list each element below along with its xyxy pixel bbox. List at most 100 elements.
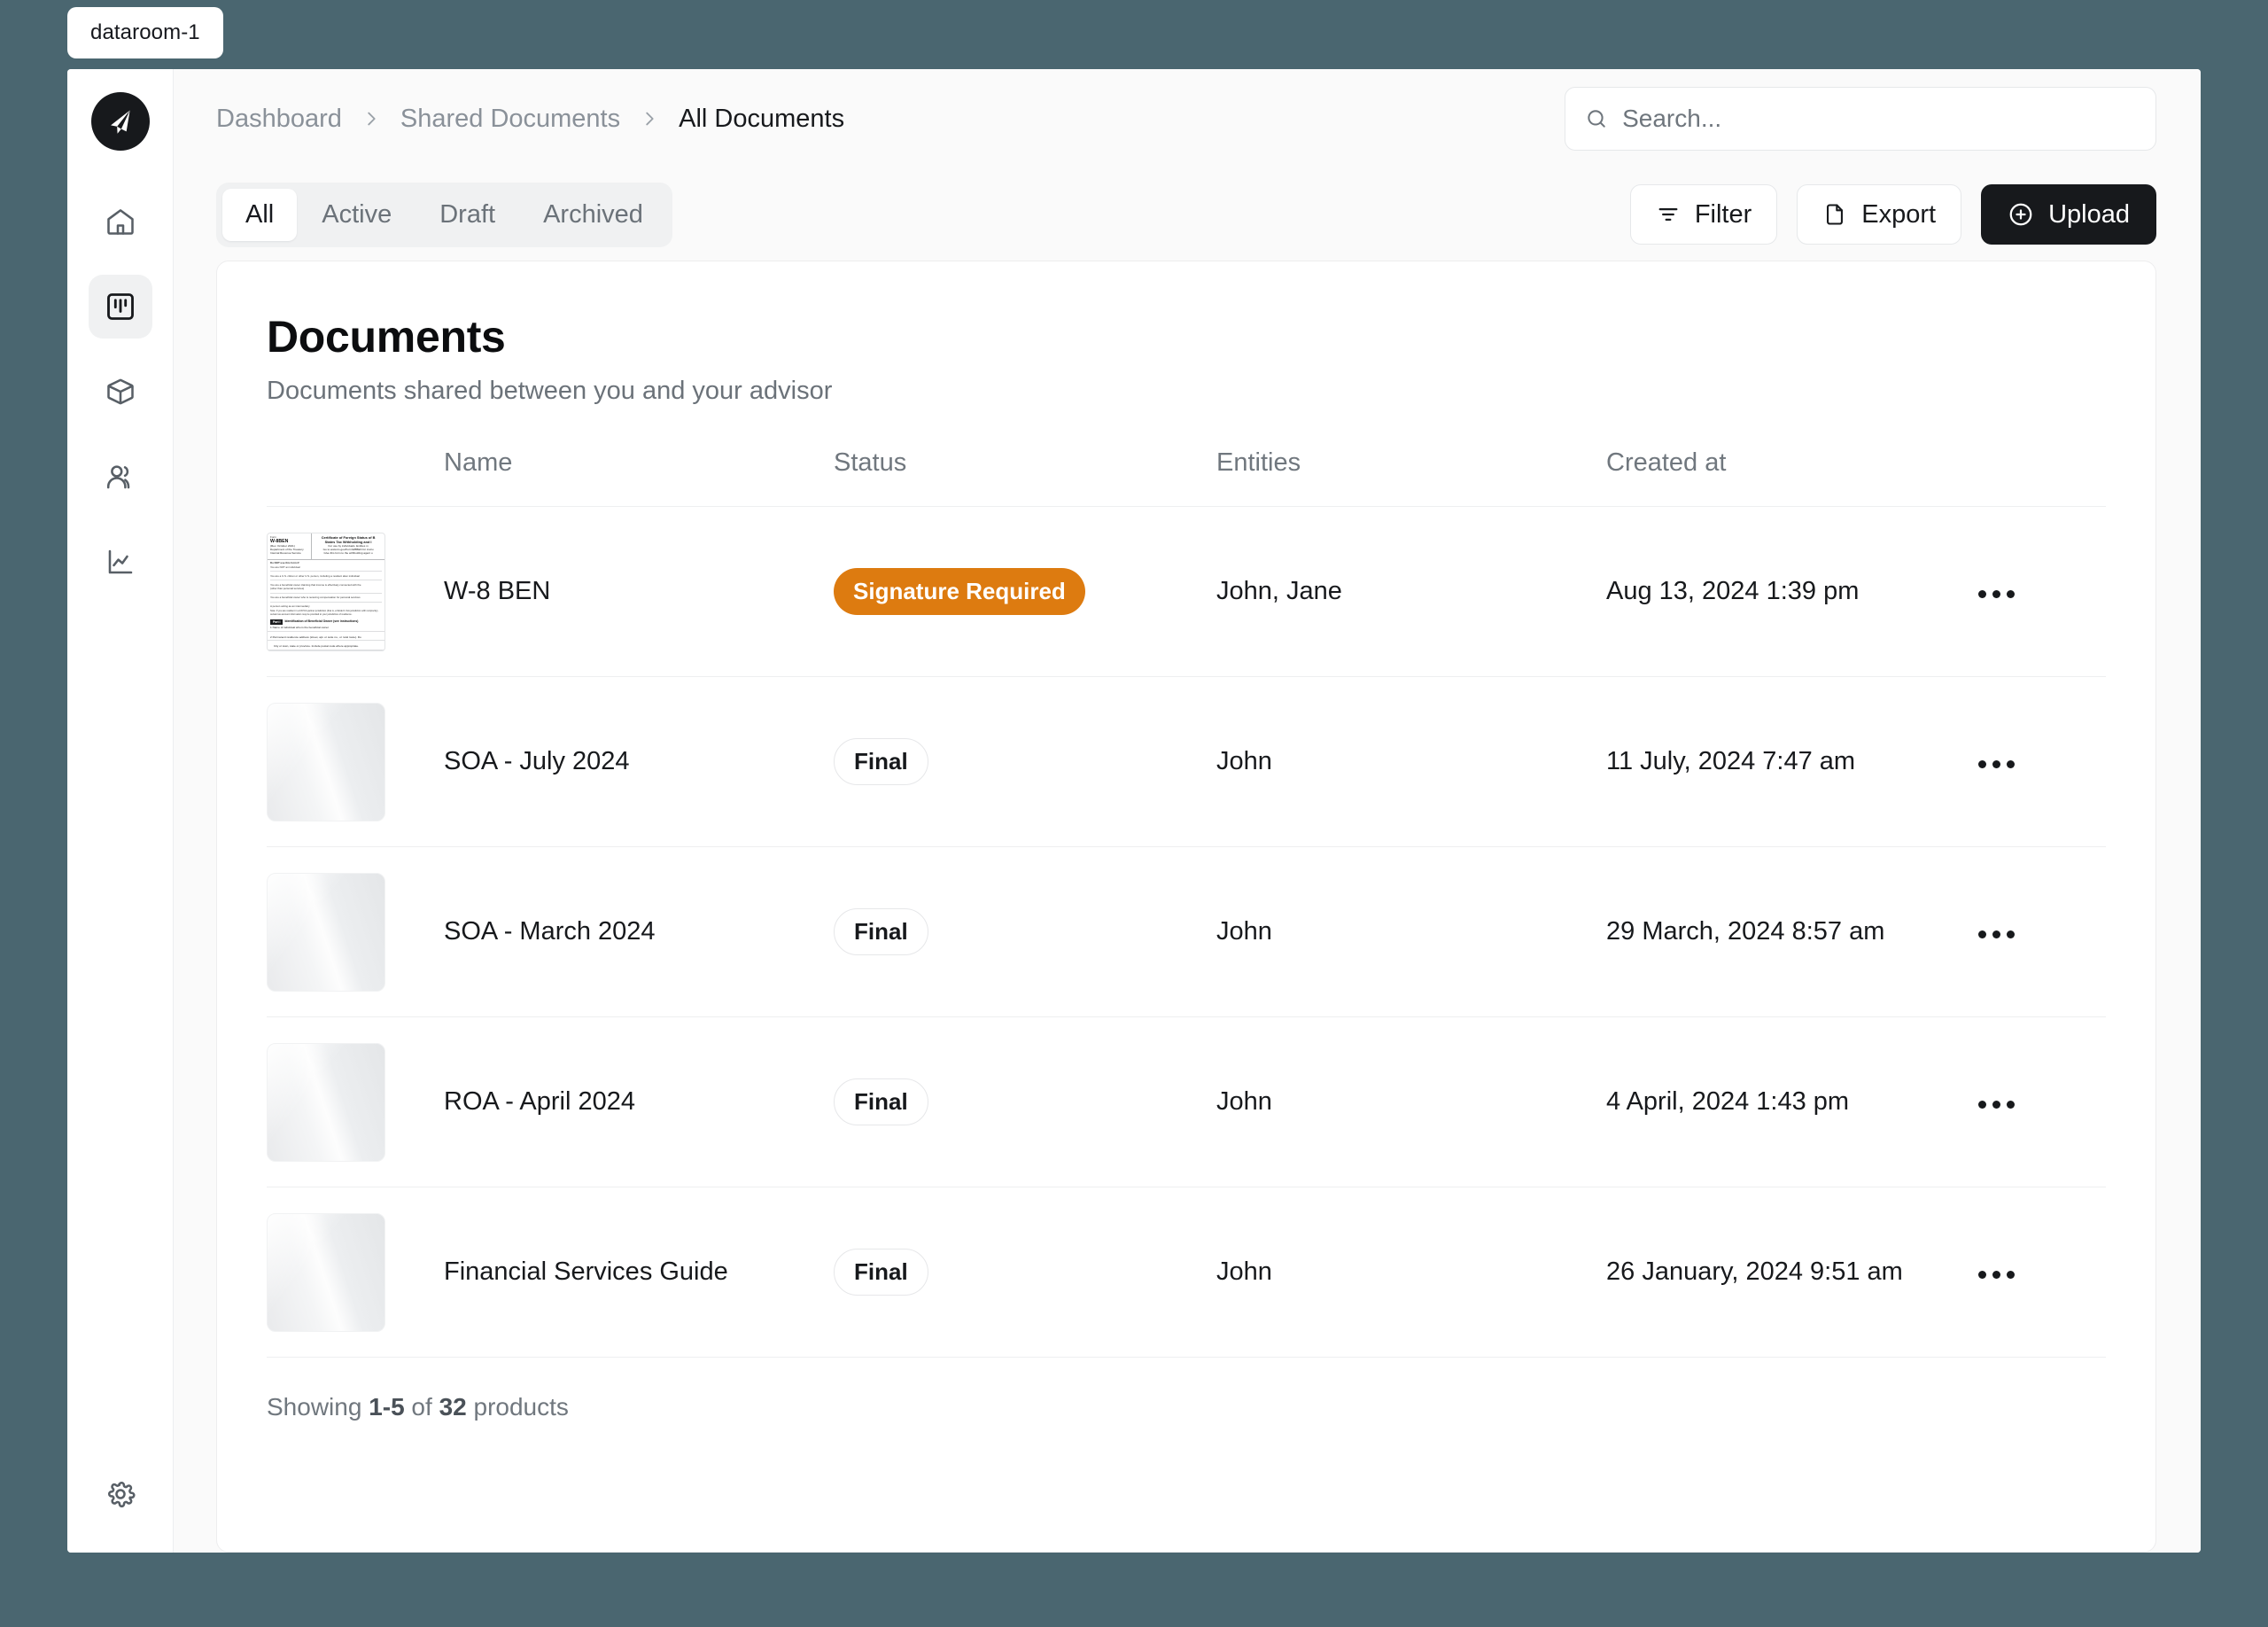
plus-circle-icon — [2009, 203, 2032, 226]
filter-icon — [1658, 208, 1678, 221]
browser-tab-label[interactable]: dataroom-1 — [67, 7, 223, 58]
row-name[interactable]: Financial Services Guide — [444, 1187, 834, 1358]
upload-button[interactable]: Upload — [1981, 184, 2156, 245]
document-placeholder-thumbnail — [267, 872, 385, 992]
file-icon — [1827, 204, 1844, 225]
sidebar-item-analytics[interactable] — [89, 530, 152, 594]
row-entities: John — [1216, 1187, 1606, 1358]
page-subtitle: Documents shared between you and your ad… — [267, 377, 833, 405]
row-thumbnail-cell — [267, 846, 444, 1017]
thumb-form-field-3: 3 Mailing address (if different from abo… — [268, 650, 384, 651]
row-entities: John, Jane — [1216, 506, 1606, 677]
sidebar-item-clients[interactable] — [89, 445, 152, 509]
sidebar-item-settings[interactable] — [89, 1462, 152, 1526]
table-row[interactable]: Form W-8BEN (Rev. October 2021) Departme… — [267, 506, 2106, 677]
home-icon — [106, 209, 134, 235]
search-box[interactable] — [1565, 87, 2156, 151]
main-content: Dashboard Shared Documents All Documents — [174, 69, 2201, 1553]
row-menu-cell — [1973, 1016, 2106, 1187]
sidebar-item-products[interactable] — [89, 360, 152, 424]
toolbar-actions: Filter Export Upload — [1629, 184, 2156, 245]
column-header-menu — [1973, 448, 2106, 507]
tab-archived[interactable]: Archived — [520, 189, 666, 241]
thumb-form-bullet-0: You are NOT an individual — [270, 564, 300, 569]
row-menu-cell — [1973, 846, 2106, 1017]
users-icon — [106, 465, 129, 489]
breadcrumb: Dashboard Shared Documents All Documents — [216, 105, 844, 134]
tab-draft[interactable]: Draft — [416, 189, 518, 241]
export-button[interactable]: Export — [1797, 184, 1962, 245]
row-menu-cell — [1973, 1187, 2106, 1358]
document-placeholder-thumbnail — [267, 1212, 385, 1332]
app-window: Dashboard Shared Documents All Documents — [67, 69, 2201, 1553]
row-entities: John — [1216, 846, 1606, 1017]
analytics-icon — [108, 549, 132, 574]
ellipsis-icon[interactable] — [1973, 922, 2020, 947]
status-badge: Signature Required — [834, 568, 1085, 615]
table-row[interactable]: SOA - July 2024 Final John 11 July, 2024… — [267, 676, 2106, 847]
kanban-icon — [106, 293, 134, 320]
chevron-right-icon — [361, 105, 381, 132]
table-row[interactable]: SOA - March 2024 Final John 29 March, 20… — [267, 846, 2106, 1017]
breadcrumb-item-dashboard[interactable]: Dashboard — [216, 105, 342, 134]
table-body: Form W-8BEN (Rev. October 2021) Departme… — [267, 506, 2106, 1358]
document-placeholder-thumbnail — [267, 1042, 385, 1162]
search-icon — [1588, 110, 1605, 128]
column-header-name[interactable]: Name — [444, 448, 834, 507]
table-row[interactable]: Financial Services Guide Final John 26 J… — [267, 1187, 2106, 1358]
thumb-form-note: Note: If you are resident in a FATCA par… — [270, 610, 379, 616]
ellipsis-icon[interactable] — [1973, 1262, 2020, 1288]
status-badge: Final — [834, 908, 928, 955]
column-header-entities[interactable]: Entities — [1216, 448, 1606, 507]
thumb-form-bullet-1: You are a U.S. citizen or other U.S. per… — [270, 573, 360, 578]
ellipsis-icon[interactable] — [1973, 751, 2020, 777]
row-name[interactable]: SOA - March 2024 — [444, 846, 834, 1017]
column-header-created[interactable]: Created at — [1606, 448, 1973, 507]
row-status-cell: Signature Required — [834, 506, 1216, 677]
pagination-total: 32 — [439, 1393, 467, 1421]
filter-button[interactable]: Filter — [1629, 184, 1778, 245]
sidebar-item-dataroom[interactable] — [88, 275, 152, 339]
search-input[interactable] — [1622, 105, 2136, 133]
breadcrumb-item-shared-documents[interactable]: Shared Documents — [400, 105, 620, 134]
row-created-at: 29 March, 2024 8:57 am — [1606, 846, 1973, 1017]
upload-button-label: Upload — [2048, 199, 2130, 229]
row-name[interactable]: SOA - July 2024 — [444, 676, 834, 847]
row-thumbnail-cell — [267, 676, 444, 847]
thumb-form-field-2: City or town, state or province. Include… — [268, 641, 384, 650]
sidebar — [67, 69, 174, 1553]
ellipsis-icon[interactable] — [1973, 581, 2020, 607]
thumb-form-field-0: 1 Name of individual who is the benefici… — [268, 625, 384, 632]
row-entities: John — [1216, 676, 1606, 847]
tab-active[interactable]: Active — [299, 189, 415, 241]
row-thumbnail-cell: Form W-8BEN (Rev. October 2021) Departme… — [267, 506, 444, 677]
status-badge: Final — [834, 1249, 928, 1296]
row-name[interactable]: W-8 BEN — [444, 506, 834, 677]
ellipsis-icon[interactable] — [1973, 1092, 2020, 1117]
column-header-status[interactable]: Status — [834, 448, 1216, 507]
filter-tabs: All Active Draft Archived — [216, 182, 672, 247]
brand-logo[interactable] — [90, 92, 150, 151]
w8ben-form-thumbnail: Form W-8BEN (Rev. October 2021) Departme… — [267, 532, 385, 651]
row-status-cell: Final — [834, 846, 1216, 1017]
pagination-middle: of — [404, 1393, 439, 1421]
row-name[interactable]: ROA - April 2024 — [444, 1016, 834, 1187]
toolbar: All Active Draft Archived Filter Export … — [174, 168, 2201, 261]
row-created-at: 11 July, 2024 7:47 am — [1606, 676, 1973, 847]
row-created-at: 4 April, 2024 1:43 pm — [1606, 1016, 1973, 1187]
status-badge: Final — [834, 738, 928, 785]
thumb-form-sub3: Give this form to the withholding agent … — [323, 550, 373, 555]
chevron-right-icon-2 — [640, 105, 659, 132]
sidebar-item-home[interactable] — [89, 190, 152, 253]
table-row[interactable]: ROA - April 2024 Final John 4 April, 202… — [267, 1016, 2106, 1187]
page-title: Documents — [267, 312, 506, 362]
package-icon — [106, 378, 134, 405]
thumb-form-bullet-4: You are a beneficial owner who is receiv… — [270, 596, 361, 600]
documents-card: Documents Documents shared between you a… — [216, 261, 2156, 1553]
thumb-form-field-1: 2 Permanent residence address (street, a… — [268, 632, 384, 642]
thumb-form-title1: Certificate of Foreign Status of B — [321, 534, 376, 540]
row-created-at: 26 January, 2024 9:51 am — [1606, 1187, 1973, 1358]
row-thumbnail-cell — [267, 1016, 444, 1187]
column-header-thumb — [267, 448, 444, 507]
tab-all[interactable]: All — [222, 188, 298, 241]
